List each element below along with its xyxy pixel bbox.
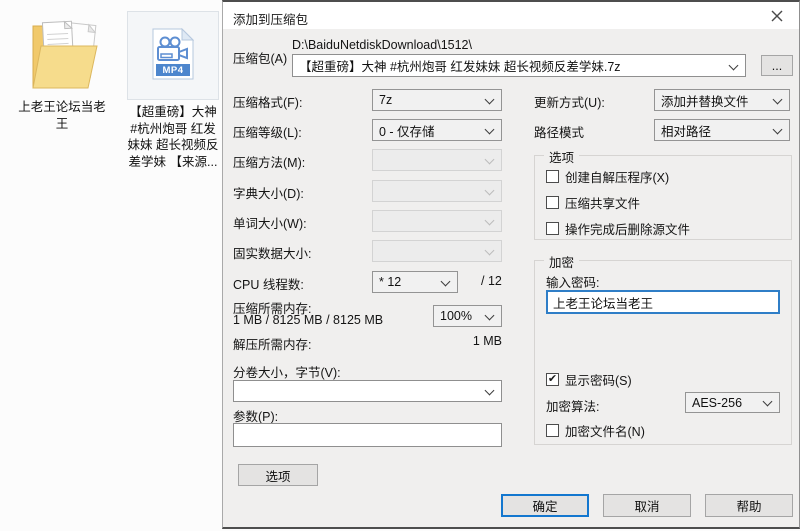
checkbox-checked-icon: ✔ [546,373,559,386]
options-group-legend: 选项 [544,147,580,166]
level-value: 0 - 仅存储 [379,124,435,139]
chevron-down-icon [728,60,739,71]
chevron-down-icon [484,215,495,226]
checkbox-create-sfx-label: 创建自解压程序(X) [565,171,670,185]
cpu-threads-total: / 12 [481,274,502,288]
checkbox-show-password-label: 显示密码(S) [565,374,632,388]
memory-compress-values: 1 MB / 8125 MB / 8125 MB [233,313,384,327]
checkbox-encrypt-filenames[interactable]: 加密文件名(N) [546,421,645,440]
password-input[interactable] [546,290,780,314]
chevron-down-icon [772,94,783,105]
cpu-threads-select[interactable]: * 12 [372,271,458,293]
help-button-label: 帮助 [736,500,762,514]
checkbox-create-sfx[interactable]: 创建自解压程序(X) [546,167,669,186]
word-size-select [372,210,502,232]
cancel-button[interactable]: 取消 [603,494,691,517]
chevron-down-icon [484,310,495,321]
chevron-down-icon [484,154,495,165]
encryption-method-label: 加密算法: [546,400,600,414]
checkbox-show-password[interactable]: ✔ 显示密码(S) [546,370,632,389]
method-select [372,149,502,171]
memory-decompress-value: 1 MB [472,334,502,348]
checkbox-delete-after[interactable]: 操作完成后删除源文件 [546,219,690,238]
checkbox-icon [546,424,559,437]
archive-name-combobox[interactable]: 【超重磅】大神 #杭州炮哥 红发妹妹 超长视频反差学妹.7z [292,54,746,77]
checkbox-encrypt-filenames-label: 加密文件名(N) [565,425,645,439]
chevron-down-icon [484,94,495,105]
chevron-down-icon [772,124,783,135]
checkbox-icon [546,170,559,183]
archive-dir-path: D:\BaiduNetdiskDownload\1512\ [292,38,472,52]
title-bar[interactable]: 添加到压缩包 [223,2,799,29]
dictionary-size-select [372,180,502,202]
format-label: 压缩格式(F): [233,96,303,110]
level-label: 压缩等级(L): [233,126,302,140]
checkbox-icon [546,222,559,235]
path-mode-label: 路径模式 [534,126,585,140]
browse-button[interactable]: ... [761,55,793,76]
archive-name-value: 【超重磅】大神 #杭州炮哥 红发妹妹 超长视频反差学妹.7z [299,60,621,74]
solid-block-size-select [372,240,502,262]
cpu-threads-value: * 12 [379,275,402,289]
video-file-label: 【超重磅】大神 #杭州炮哥 红发 妹妹 超长视频反 差学妹 【来源... [127,105,219,169]
close-icon[interactable] [769,8,785,24]
method-label: 压缩方法(M): [233,156,306,170]
add-to-archive-dialog: 添加到压缩包 压缩包(A) D:\BaiduNetdiskDownload\15… [222,0,800,529]
format-select[interactable]: 7z [372,89,502,111]
chevron-down-icon [484,185,495,196]
level-select[interactable]: 0 - 仅存储 [372,119,502,141]
dialog-title: 添加到压缩包 [233,13,309,27]
memory-decompress-label: 解压所需内存: [233,338,312,352]
checkbox-icon [546,196,559,209]
solid-block-size-label: 固实数据大小: [233,247,312,261]
options-button-label: 选项 [265,469,291,484]
checkbox-shared-files-label: 压缩共享文件 [565,197,641,211]
path-mode-select[interactable]: 相对路径 [654,119,790,141]
folder-label: 上老王论坛当老 王 [18,100,106,131]
parameters-input[interactable] [233,423,502,447]
dictionary-size-label: 字典大小(D): [233,187,304,201]
encryption-method-value: AES-256 [692,395,743,410]
checkbox-delete-after-label: 操作完成后删除源文件 [565,223,691,237]
folder-icon [32,20,98,89]
chevron-down-icon [762,396,773,407]
encryption-group-legend: 加密 [544,252,580,271]
update-mode-label: 更新方式(U): [534,96,605,110]
chevron-down-icon [484,385,495,396]
update-mode-value: 添加并替换文件 [661,94,749,109]
browse-label: ... [771,58,783,73]
memory-percent-value: 100% [440,309,472,323]
chevron-down-icon [484,124,495,135]
format-value: 7z [379,93,393,107]
checkbox-shared-files[interactable]: 压缩共享文件 [546,193,640,212]
chevron-down-icon [484,245,495,256]
options-button[interactable]: 选项 [238,464,318,486]
cancel-button-label: 取消 [634,500,660,514]
memory-percent-select[interactable]: 100% [433,305,502,327]
ok-button[interactable]: 确定 [501,494,589,517]
help-button[interactable]: 帮助 [705,494,793,517]
archive-label: 压缩包(A) [233,52,288,66]
update-mode-select[interactable]: 添加并替换文件 [654,89,790,111]
encryption-method-select[interactable]: AES-256 [685,392,780,413]
password-label: 输入密码: [546,276,600,290]
ok-button-label: 确定 [532,500,558,514]
path-mode-value: 相对路径 [661,124,712,139]
word-size-label: 单词大小(W): [233,217,307,231]
mp4-badge: MP4 [162,65,184,76]
chevron-down-icon [440,276,451,287]
cpu-threads-label: CPU 线程数: [233,278,304,292]
volume-size-combobox[interactable] [233,380,502,402]
volume-size-label: 分卷大小，字节(V): [233,366,341,380]
